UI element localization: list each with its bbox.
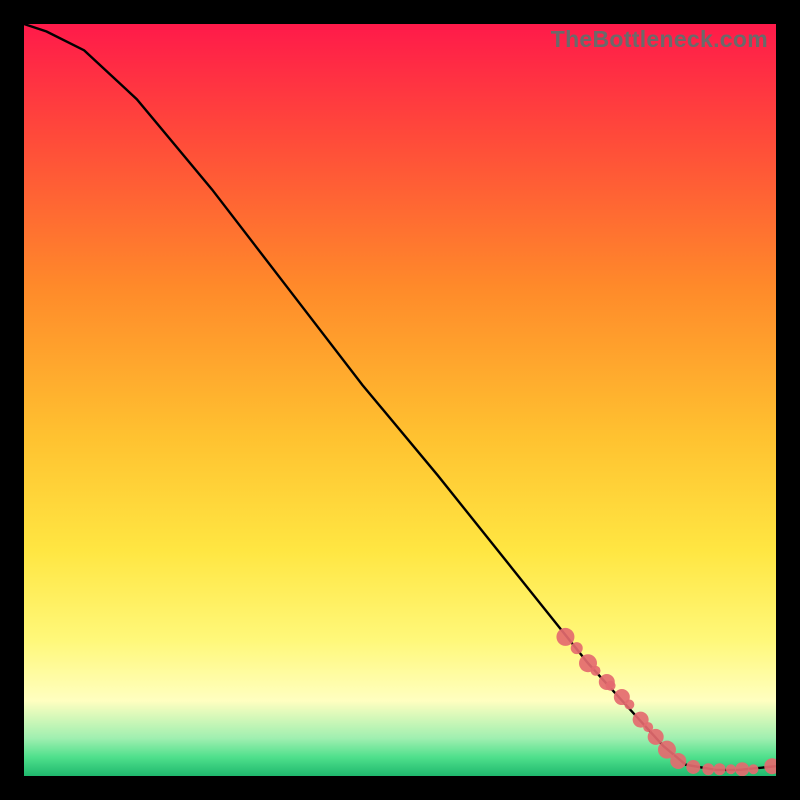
data-marker	[686, 760, 700, 774]
data-marker	[735, 762, 749, 776]
gradient-bg	[24, 24, 776, 776]
plot-svg	[24, 24, 776, 776]
data-marker	[648, 729, 664, 745]
watermark: TheBottleneck.com	[551, 26, 768, 53]
data-marker	[670, 753, 686, 769]
data-marker	[702, 763, 714, 775]
data-marker	[591, 666, 601, 676]
data-marker	[556, 628, 574, 646]
data-marker	[606, 681, 616, 691]
data-marker	[624, 700, 634, 710]
data-marker	[726, 764, 736, 774]
chart-frame: TheBottleneck.com	[0, 0, 800, 800]
data-marker	[714, 763, 726, 775]
data-marker	[571, 642, 583, 654]
plot-area: TheBottleneck.com	[24, 24, 776, 776]
data-marker	[748, 764, 758, 774]
